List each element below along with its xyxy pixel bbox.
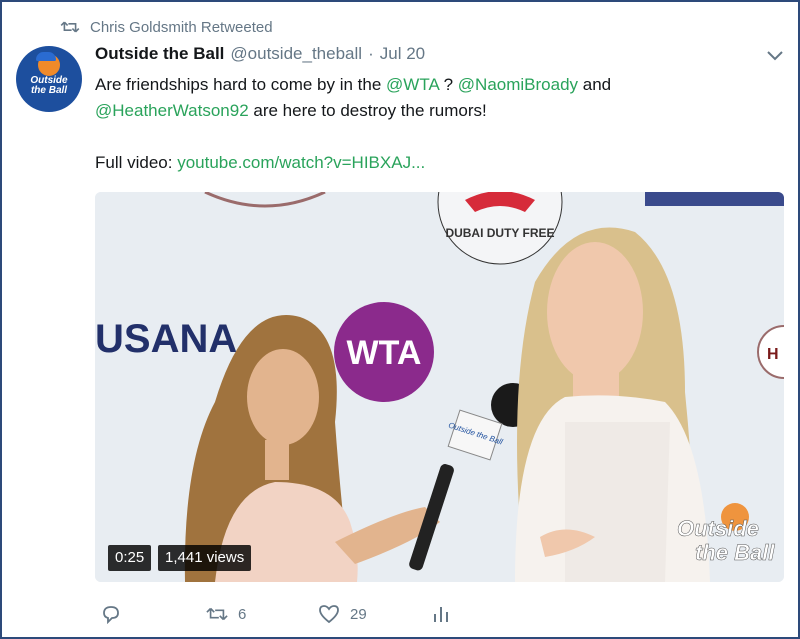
retweet-button[interactable]: 6 [206,600,246,628]
watermark-line1: Outside [677,516,759,541]
partial-logo-text: H [767,346,779,363]
like-button[interactable]: 29 [318,600,367,628]
video-views-badge: 1,441 views [158,545,252,571]
analytics-icon [434,607,448,622]
tweet-actions: 6 29 [100,600,460,628]
tweet-text-part: Are friendships hard to come by in the [95,75,387,94]
retweet-icon [206,607,228,621]
video-frame: DUBAI DUTY FREE USANA WTA H Outside the … [95,192,784,582]
retweet-context: Chris Goldsmith Retweeted [60,16,273,38]
header-separator: · [368,44,374,63]
author-name[interactable]: Outside the Ball [95,44,224,64]
tweet-header: Outside the Ball @outside_theball · Jul … [95,44,425,68]
retweet-count: 6 [238,605,247,623]
video-label: Full video: [95,153,178,172]
author-handle[interactable]: @outside_theball [230,44,362,64]
reply-icon [103,606,119,624]
like-count: 29 [350,605,367,623]
avatar-text-line2: the Ball [30,85,68,96]
tweet-date[interactable]: Jul 20 [380,44,425,64]
wta-logo-text: WTA [347,334,422,372]
usana-logo: USANA [95,317,237,361]
mention-heather[interactable]: @HeatherWatson92 [95,101,249,120]
video-player[interactable]: DUBAI DUTY FREE USANA WTA H Outside the … [95,192,784,582]
tweet-card[interactable]: Chris Goldsmith Retweeted Outside the Ba… [0,0,800,639]
watermark-line2: the Ball [695,540,775,565]
heart-icon [319,605,339,624]
retweet-context-text[interactable]: Chris Goldsmith Retweeted [90,19,273,36]
tweet-text-part: and [578,75,612,94]
video-duration-badge: 0:25 [108,545,152,571]
tweet-text-part: ? [438,75,458,94]
tweet-text-part: are here to destroy the rumors! [248,101,487,120]
cap-icon [36,52,56,61]
analytics-button[interactable] [430,600,452,628]
avatar[interactable]: Outside the Ball [16,46,82,112]
mention-naomi[interactable]: @NaomiBroady [458,75,578,94]
tweet-text: Are friendships hard to come by in the @… [95,72,775,176]
reply-button[interactable] [100,600,132,628]
video-link[interactable]: youtube.com/watch?v=HIBXAJ... [177,153,425,172]
mention-wta[interactable]: @WTA [386,75,439,94]
dubai-logo-text: DUBAI DUTY FREE [445,226,554,240]
retweet-icon [60,21,80,33]
chevron-down-icon[interactable] [766,50,784,62]
